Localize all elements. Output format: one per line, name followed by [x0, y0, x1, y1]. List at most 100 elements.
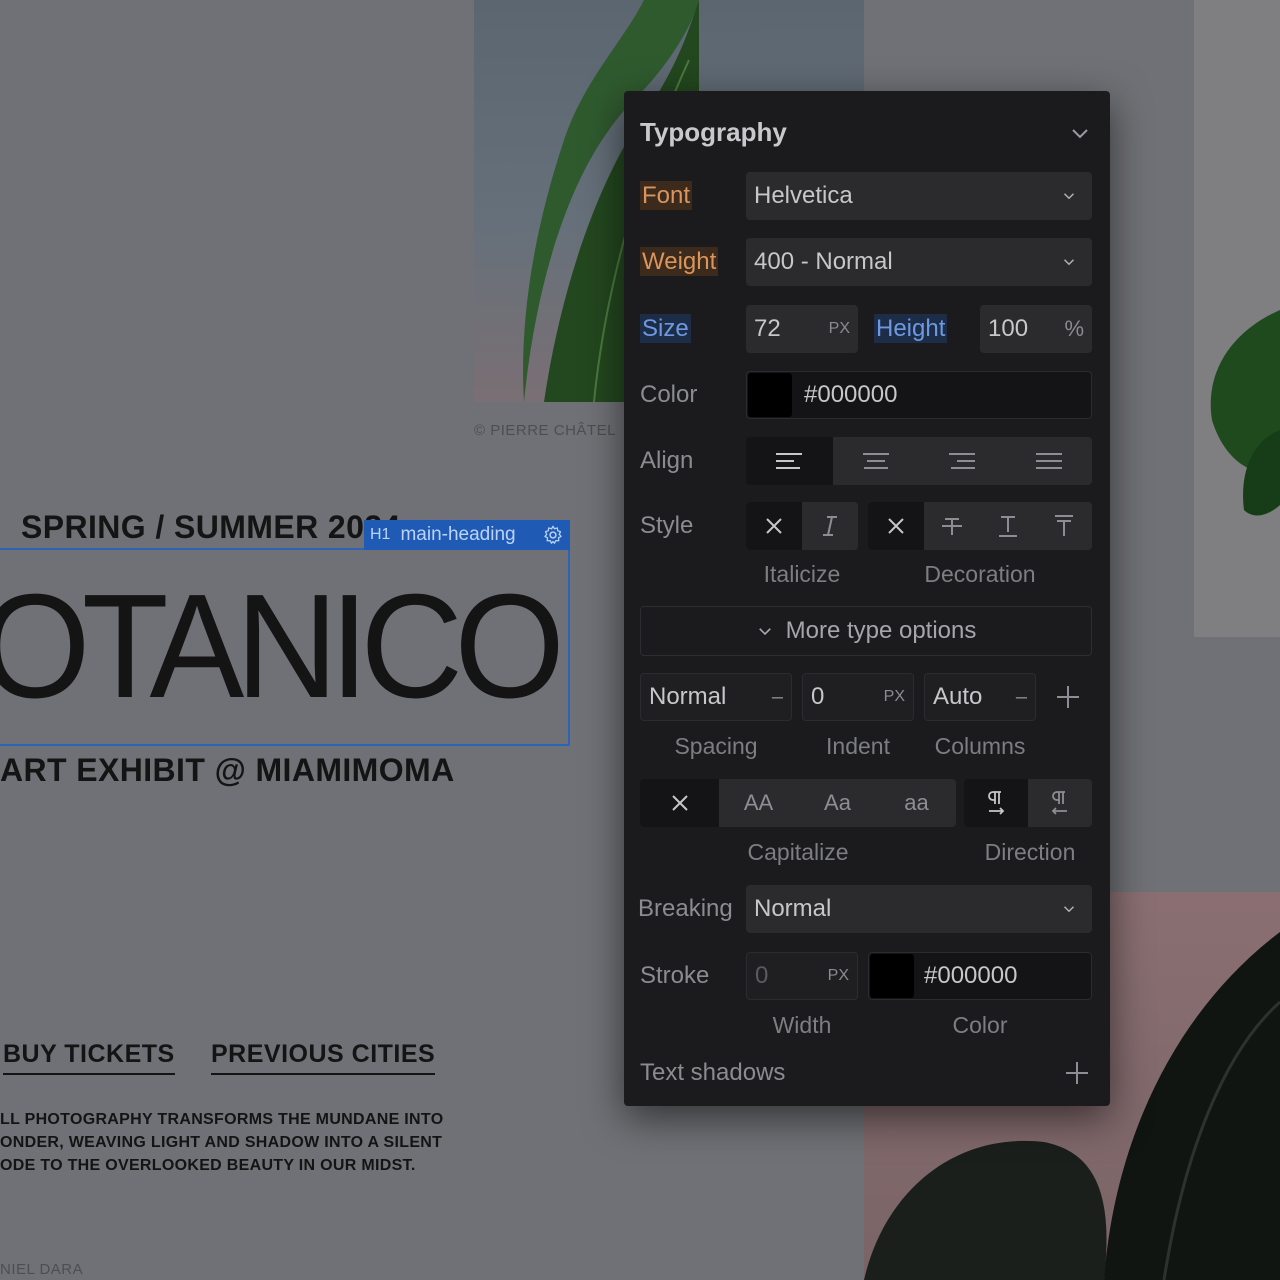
text-shadows-label: Text shadows — [640, 1059, 786, 1086]
color-label: Color — [640, 381, 698, 408]
italic-icon — [823, 516, 837, 536]
direction-caption: Direction — [984, 839, 1076, 865]
ltr-icon — [988, 791, 1005, 815]
photo-credit-bottom: NIEL DARA — [0, 1261, 84, 1278]
weight-value: 400 - Normal — [754, 248, 893, 275]
weight-label: Weight — [640, 247, 719, 276]
columns-caption: Columns — [934, 733, 1026, 759]
season-subtitle[interactable]: SPRING / SUMMER 2024 — [21, 509, 401, 546]
capitalize-caption: Capitalize — [747, 839, 849, 865]
columns-value: Auto — [933, 683, 983, 710]
stroke-color-swatch[interactable] — [870, 954, 914, 998]
indent-caption: Indent — [826, 733, 890, 759]
element-tag: H1 — [370, 526, 391, 543]
rtl-button[interactable] — [1028, 779, 1092, 827]
add-text-shadow-button[interactable] — [1061, 1057, 1093, 1089]
color-swatch[interactable] — [748, 373, 792, 417]
minus-icon: – — [771, 685, 783, 708]
selection-label[interactable]: H1 main-heading — [364, 520, 570, 550]
italicize-control — [746, 502, 858, 550]
strikethrough-button[interactable] — [924, 502, 980, 550]
font-select[interactable]: Helvetica — [746, 172, 1092, 220]
italic-button[interactable] — [802, 502, 858, 550]
indent-unit: PX — [883, 688, 905, 705]
stroke-color-value: #000000 — [924, 962, 1018, 989]
direction-control — [964, 779, 1092, 827]
align-left-button[interactable] — [746, 437, 833, 485]
more-type-options-label: More type options — [785, 617, 977, 644]
decoration-none-button[interactable] — [868, 502, 924, 550]
align-justify-icon — [1035, 453, 1062, 469]
element-class-name: main-heading — [400, 524, 516, 545]
underline-button[interactable] — [980, 502, 1036, 550]
exhibit-subtitle[interactable]: ART EXHIBIT @ MIAMIMOMA — [0, 752, 455, 789]
capitalize-control: AA Aa aa — [640, 779, 956, 827]
overline-button[interactable] — [1036, 502, 1092, 550]
italic-none-button[interactable] — [746, 502, 802, 550]
breaking-label: Breaking — [638, 895, 733, 922]
stroke-color-input[interactable]: #000000 — [868, 952, 1092, 1000]
chevron-down-icon[interactable] — [1068, 121, 1092, 145]
stroke-width-input[interactable]: 0 PX — [746, 952, 858, 1000]
body-copy-line: LL PHOTOGRAPHY TRANSFORMS THE MUNDANE IN… — [0, 1111, 444, 1128]
capitalize-none-button[interactable] — [640, 779, 719, 827]
gear-icon[interactable] — [542, 524, 564, 546]
weight-select[interactable]: 400 - Normal — [746, 238, 1092, 286]
stroke-label: Stroke — [640, 962, 710, 989]
lowercase-button[interactable]: aa — [877, 779, 956, 827]
color-value: #000000 — [804, 381, 898, 408]
line-height-input[interactable]: 100 % — [980, 305, 1092, 353]
close-icon — [888, 518, 904, 534]
typography-panel: Typography Font Helvetica Weight 400 - N… — [624, 91, 1110, 1106]
stroke-width-unit: PX — [827, 967, 849, 984]
indent-value: 0 — [811, 683, 825, 710]
stroke-width-value: 0 — [755, 962, 769, 989]
previous-cities-link[interactable]: PREVIOUS CITIES — [211, 1040, 436, 1075]
panel-title: Typography — [640, 117, 787, 147]
capitalize-button[interactable]: Aa — [798, 779, 877, 827]
plus-icon — [1057, 686, 1079, 708]
height-value: 100 — [988, 315, 1029, 342]
uppercase-button[interactable]: AA — [719, 779, 798, 827]
minus-icon: – — [1015, 685, 1027, 708]
breaking-value: Normal — [754, 895, 832, 922]
spacing-value: Normal — [649, 683, 727, 710]
body-copy: LL PHOTOGRAPHY TRANSFORMS THE MUNDANE IN… — [0, 1108, 443, 1177]
align-center-button[interactable] — [833, 437, 920, 485]
text-indent-input[interactable]: 0 PX — [802, 673, 914, 721]
size-value: 72 — [754, 315, 781, 342]
align-justify-button[interactable] — [1006, 437, 1093, 485]
letter-spacing-input[interactable]: Normal – — [640, 673, 792, 721]
height-unit: % — [1064, 316, 1084, 341]
photo-credit-top: © PIERRE CHÂTEL — [474, 422, 616, 439]
style-label: Style — [640, 512, 694, 539]
rtl-icon — [1051, 791, 1067, 815]
font-value: Helvetica — [754, 182, 853, 209]
body-copy-line: ONDER, WEAVING LIGHT AND SHADOW INTO A S… — [0, 1134, 443, 1151]
align-center-icon — [862, 453, 889, 469]
more-type-options-toggle[interactable]: More type options — [640, 606, 1092, 656]
plus-icon — [1066, 1062, 1088, 1084]
size-label: Size — [640, 314, 691, 343]
decoration-caption: Decoration — [924, 561, 1036, 587]
size-input[interactable]: 72 PX — [746, 305, 858, 353]
strikethrough-icon — [942, 518, 962, 535]
font-label: Font — [640, 181, 693, 210]
color-input[interactable]: #000000 — [746, 371, 1092, 419]
height-label: Height — [874, 314, 948, 343]
spacing-caption: Spacing — [674, 733, 758, 759]
chevron-down-icon — [758, 628, 771, 636]
chevron-down-icon — [1063, 906, 1075, 913]
align-right-button[interactable] — [919, 437, 1006, 485]
decoration-control — [868, 502, 1092, 550]
italicize-caption: Italicize — [763, 561, 841, 587]
breaking-select[interactable]: Normal — [746, 885, 1092, 933]
add-column-button[interactable] — [1052, 681, 1084, 713]
columns-input[interactable]: Auto – — [924, 673, 1036, 721]
stroke-width-caption: Width — [772, 1012, 832, 1038]
overline-icon — [1055, 515, 1073, 536]
buy-tickets-link[interactable]: BUY TICKETS — [3, 1040, 175, 1075]
close-icon — [766, 518, 782, 534]
ltr-button[interactable] — [964, 779, 1028, 827]
stroke-color-caption: Color — [952, 1012, 1008, 1038]
